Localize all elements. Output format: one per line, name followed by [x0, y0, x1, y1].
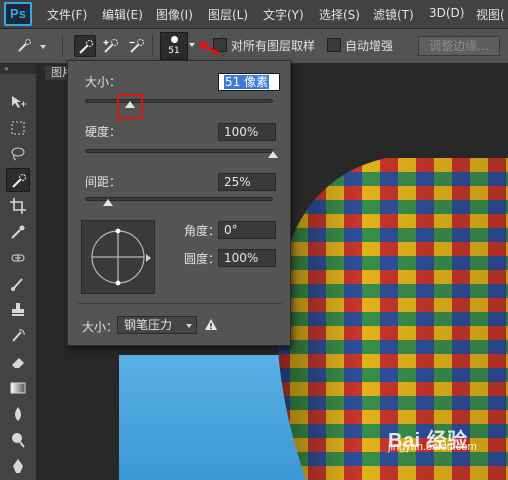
chevron-down-icon — [186, 324, 192, 328]
brush-size-indicator: 51 — [168, 46, 180, 56]
menu-filter[interactable]: 滤镜(T) — [373, 6, 414, 23]
options-bar: 51 对所有图层取样 自动增强 调整边缘... — [0, 29, 508, 64]
arrow-icon — [198, 42, 221, 56]
menu-file[interactable]: 文件(F) — [47, 6, 87, 23]
new-selection-button[interactable] — [74, 35, 96, 57]
quick-selection-icon — [12, 174, 26, 188]
menu-type[interactable]: 文字(Y) — [263, 6, 304, 23]
chevron-down-icon[interactable] — [40, 45, 46, 49]
app-logo: Ps — [4, 2, 32, 26]
collapse-icon[interactable]: » — [0, 64, 36, 74]
angle-roundness-icon — [91, 228, 145, 286]
quick-selection-tool[interactable] — [6, 168, 30, 192]
gradient-icon — [10, 382, 26, 394]
quick-selection-icon — [18, 39, 31, 52]
marquee-icon — [11, 121, 25, 135]
spacing-slider[interactable] — [85, 197, 273, 201]
eraser-tool[interactable] — [6, 350, 30, 374]
spacing-value-field[interactable]: 25% — [218, 173, 276, 191]
lasso-tool[interactable] — [6, 142, 30, 166]
hardness-slider-thumb[interactable] — [268, 151, 278, 158]
size-slider[interactable] — [85, 99, 273, 103]
add-to-selection-button[interactable] — [100, 35, 122, 57]
move-tool[interactable] — [6, 90, 30, 114]
menu-3d[interactable]: 3D(D) — [429, 6, 464, 20]
add-selection-icon — [103, 39, 118, 53]
spacing-slider-thumb[interactable] — [103, 199, 113, 206]
stamp-icon — [12, 303, 24, 316]
hardness-slider[interactable] — [85, 149, 273, 153]
pen-icon — [13, 459, 23, 473]
angle-label: 角度： — [184, 224, 221, 238]
chevron-down-icon[interactable] — [189, 43, 195, 47]
gradient-tool[interactable] — [6, 376, 30, 400]
auto-enhance-label: 自动增强 — [345, 39, 394, 53]
size-value-text: 51 像素 — [224, 75, 270, 89]
hardness-value-field[interactable]: 100% — [218, 123, 276, 141]
watermark-url: jingyan.baidu.com — [388, 441, 477, 453]
refine-edge-button[interactable]: 调整边缘... — [418, 36, 500, 56]
pen-pressure-select[interactable]: 钢笔压力 — [117, 316, 197, 334]
brush-preset-picker[interactable]: 51 — [160, 32, 188, 60]
menu-view[interactable]: 视图( — [476, 6, 505, 23]
size-value-field[interactable]: 51 像素 — [218, 73, 280, 91]
divider — [152, 35, 153, 57]
hardness-label: 硬度： — [85, 125, 122, 139]
pressure-size-label: 大小： — [82, 320, 119, 334]
healing-icon — [11, 254, 25, 262]
menu-layer[interactable]: 图层(L) — [208, 6, 248, 23]
menu-bar: Ps 文件(F) 编辑(E) 图像(I) 图层(L) 文字(Y) 选择(S) 滤… — [0, 0, 508, 29]
dodge-icon — [12, 433, 25, 448]
tool-preset-picker[interactable] — [14, 35, 36, 57]
warning-icon — [205, 319, 217, 330]
healing-tool[interactable] — [6, 246, 30, 270]
brush-icon — [11, 278, 23, 291]
pen-tool[interactable] — [6, 454, 30, 478]
spacing-label: 间距： — [85, 175, 122, 189]
eraser-icon — [12, 358, 24, 368]
roundness-label: 圆度： — [184, 252, 221, 266]
brush-tip-icon — [171, 36, 178, 43]
subtract-selection-icon — [129, 39, 144, 53]
divider — [78, 303, 282, 304]
brush-tool[interactable] — [6, 272, 30, 296]
blur-icon — [15, 407, 21, 421]
crop-tool[interactable] — [6, 194, 30, 218]
brush-settings-panel: 大小： 51 像素 硬度： 100% 间距： 25% 角度： 0° 圆度： 10… — [67, 60, 291, 346]
quick-selection-icon — [79, 40, 93, 54]
history-brush-tool[interactable] — [6, 324, 30, 348]
blur-tool[interactable] — [6, 402, 30, 426]
angle-value-field[interactable]: 0° — [218, 221, 276, 239]
menu-image[interactable]: 图像(I) — [156, 6, 193, 23]
angle-arrow-icon[interactable] — [146, 254, 151, 262]
eyedropper-tool[interactable] — [6, 220, 30, 244]
lasso-icon — [11, 147, 25, 161]
highlight-box — [117, 94, 144, 119]
dodge-tool[interactable] — [6, 428, 30, 452]
pen-pressure-value: 钢笔压力 — [124, 318, 173, 332]
eyedropper-icon — [11, 225, 25, 239]
auto-enhance-checkbox[interactable] — [327, 38, 341, 52]
menu-edit[interactable]: 编辑(E) — [102, 6, 143, 23]
subtract-selection-button[interactable] — [126, 35, 148, 57]
crop-icon — [10, 198, 26, 214]
move-icon — [12, 96, 26, 108]
brush-angle-widget[interactable] — [81, 220, 155, 294]
roundness-value-field[interactable]: 100% — [218, 249, 276, 267]
divider — [62, 35, 63, 57]
marquee-tool[interactable] — [6, 116, 30, 140]
size-label: 大小： — [85, 75, 122, 89]
sample-all-layers-label: 对所有图层取样 — [231, 39, 316, 53]
history-brush-icon — [12, 329, 25, 342]
stamp-tool[interactable] — [6, 298, 30, 322]
menu-select[interactable]: 选择(S) — [319, 6, 360, 23]
toolbox: » — [0, 64, 37, 480]
